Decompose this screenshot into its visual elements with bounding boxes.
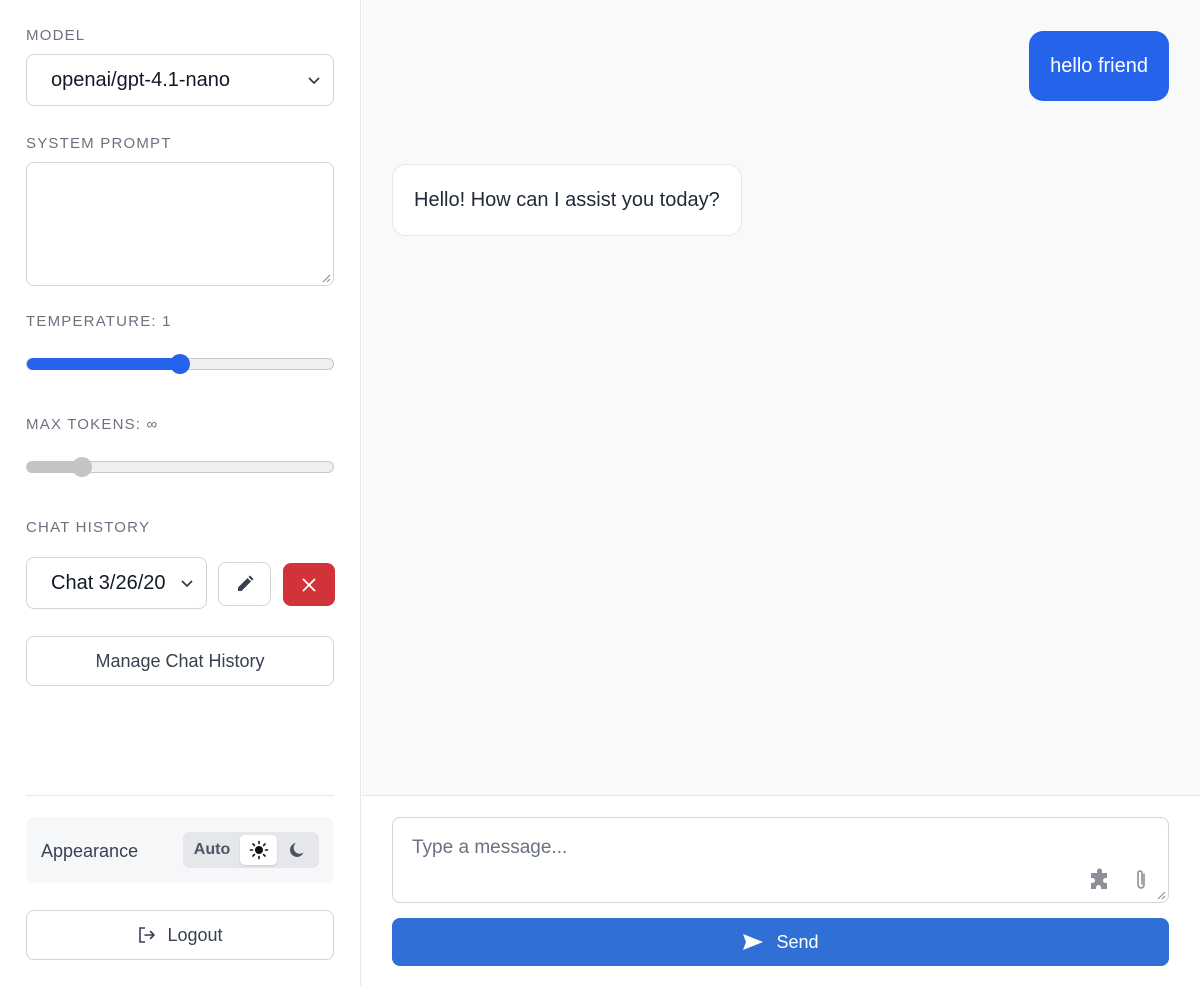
pencil-icon [237,575,253,591]
send-button[interactable]: Send [392,918,1169,966]
sun-icon [249,840,268,860]
chevron-down-icon [308,77,320,85]
temperature-slider-fill [27,358,180,370]
message-composer: Type a message... Send [362,795,1200,986]
max-tokens-slider-thumb[interactable] [72,457,93,477]
moon-icon [289,843,304,857]
theme-option-dark[interactable] [280,835,316,865]
logout-label: Logout [167,924,223,945]
model-select[interactable]: openai/gpt-4.1-nano [26,54,334,106]
message-input[interactable]: Type a message... [392,817,1169,903]
max-tokens-label: MAX TOKENS: ∞ [26,416,159,433]
chat-history-select-value: Chat 3/26/20 [51,571,166,594]
close-icon [302,578,316,591]
temperature-label: TEMPERATURE: 1 [26,313,172,330]
resize-handle-icon[interactable] [321,273,331,283]
rename-chat-button[interactable] [218,562,271,606]
max-tokens-slider[interactable] [26,457,334,477]
send-label: Send [776,931,819,952]
theme-toggle: Auto [183,832,319,868]
resize-handle-icon[interactable] [1156,890,1166,900]
chat-history-select[interactable]: Chat 3/26/20 [26,557,207,609]
paperclip-icon[interactable] [1133,868,1149,892]
settings-sidebar: MODEL openai/gpt-4.1-nano SYSTEM PROMPT … [0,0,361,986]
logout-icon [139,927,156,943]
temperature-slider[interactable] [26,354,334,374]
model-label: MODEL [26,27,86,44]
sidebar-divider [26,795,334,796]
system-prompt-input[interactable] [26,162,334,286]
theme-option-auto[interactable]: Auto [187,835,237,865]
puzzle-icon[interactable] [1088,868,1112,892]
user-message: hello friend [1029,31,1169,101]
delete-chat-button[interactable] [283,563,335,606]
model-select-value: openai/gpt-4.1-nano [51,68,231,91]
message-input-placeholder: Type a message... [412,837,568,858]
theme-option-light[interactable] [240,835,277,865]
temperature-slider-thumb[interactable] [170,354,190,374]
appearance-label: Appearance [41,841,139,861]
chevron-down-icon [181,580,193,588]
chat-area: hello friend Hello! How can I assist you… [362,0,1200,795]
appearance-panel: Appearance Auto [26,817,334,883]
logout-button[interactable]: Logout [26,910,334,960]
system-prompt-label: SYSTEM PROMPT [26,135,172,152]
assistant-message: Hello! How can I assist you today? [392,164,742,236]
send-icon [743,934,764,950]
chat-history-label: CHAT HISTORY [26,519,151,536]
manage-chat-history-button[interactable]: Manage Chat History [26,636,334,686]
